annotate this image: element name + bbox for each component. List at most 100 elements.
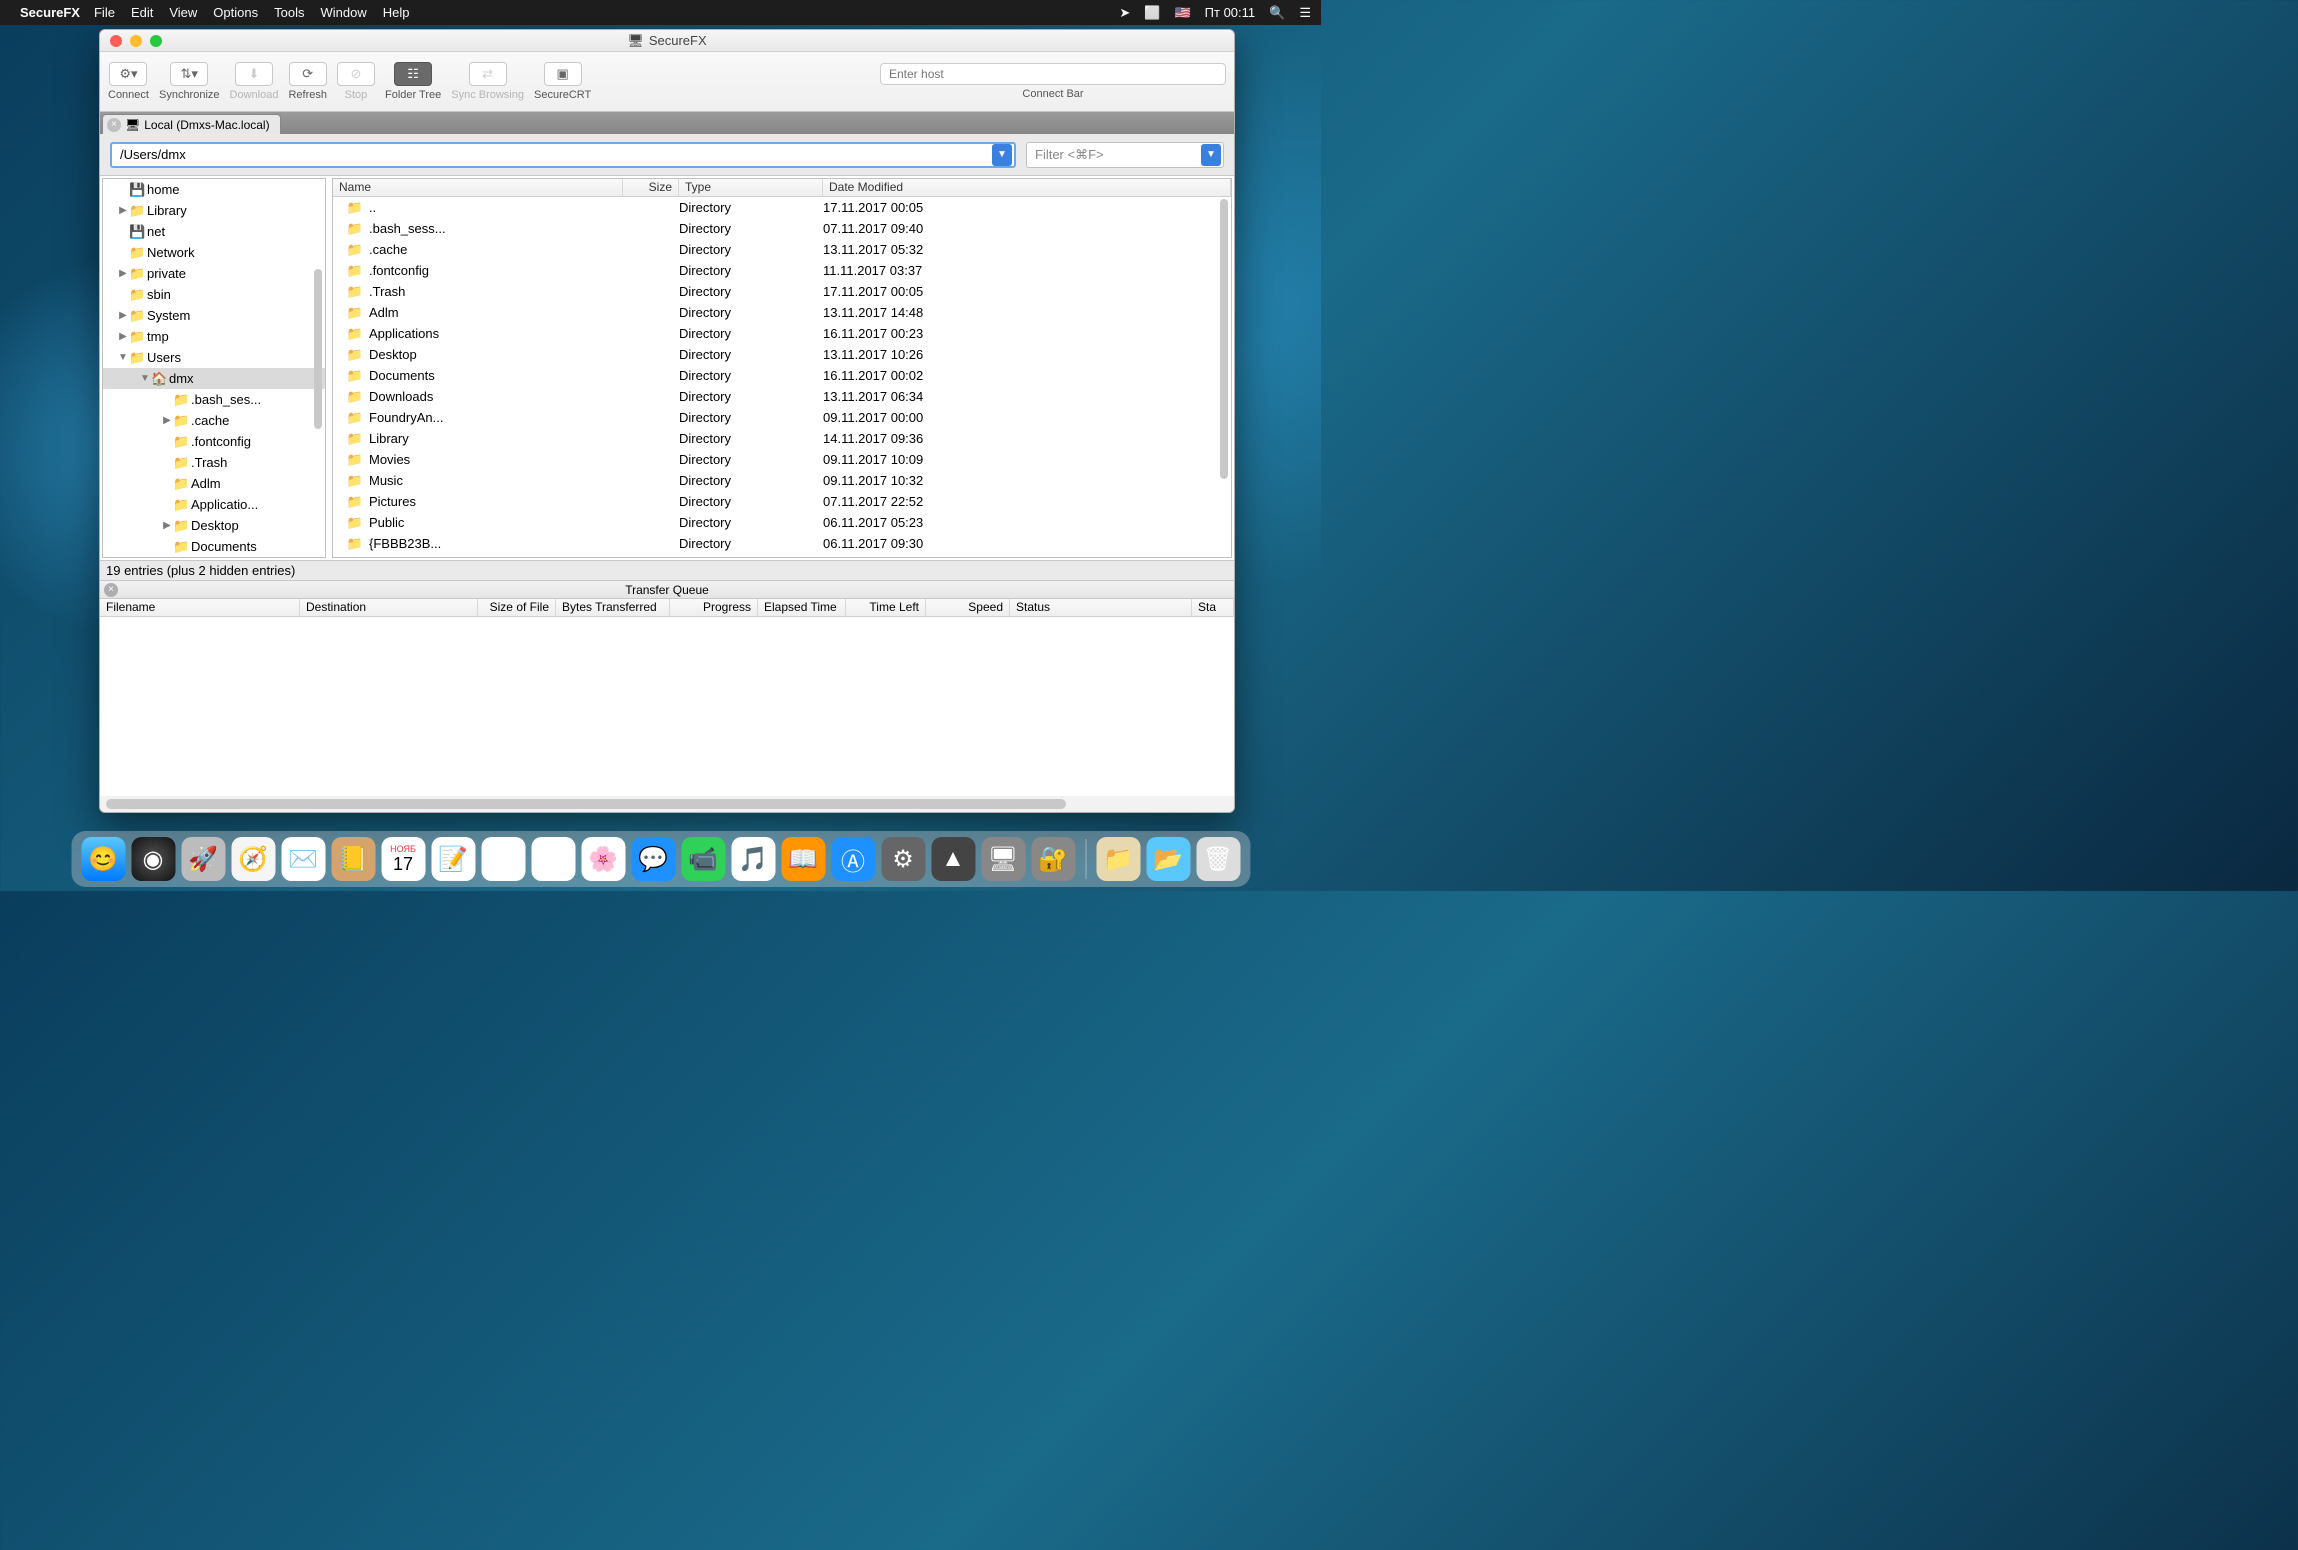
col-name[interactable]: Name	[333, 179, 623, 196]
window-titlebar[interactable]: 🖥SecureFX	[100, 30, 1234, 52]
folder-tree-button[interactable]: ☷Folder Tree	[385, 62, 441, 101]
dock-photos[interactable]: 🌸	[581, 837, 625, 881]
dock-finder[interactable]: 😊	[81, 837, 125, 881]
tree-item[interactable]: 📁Documents	[103, 536, 325, 557]
dock-trash[interactable]: 🗑	[1196, 837, 1240, 881]
dock-app1[interactable]: ▲	[931, 837, 975, 881]
file-row[interactable]: 📁..Directory17.11.2017 00:05	[333, 197, 1231, 218]
qcol-speed[interactable]: Speed	[926, 599, 1010, 616]
tab-close-icon[interactable]: ×	[107, 118, 121, 132]
dock-contacts[interactable]: 📒	[331, 837, 375, 881]
dock-preferences[interactable]: ⚙	[881, 837, 925, 881]
col-type[interactable]: Type	[679, 179, 823, 196]
file-row[interactable]: 📁{FBBB23B...Directory06.11.2017 09:30	[333, 533, 1231, 554]
refresh-button[interactable]: ⟳Refresh	[288, 62, 327, 101]
file-scrollbar[interactable]	[1220, 199, 1228, 479]
dock-notes[interactable]: 📝	[431, 837, 475, 881]
file-row[interactable]: 📁MoviesDirectory09.11.2017 10:09	[333, 449, 1231, 470]
file-row[interactable]: 📁LibraryDirectory14.11.2017 09:36	[333, 428, 1231, 449]
clock[interactable]: Пт 00:11	[1205, 5, 1255, 20]
file-row[interactable]: 📁DownloadsDirectory13.11.2017 06:34	[333, 386, 1231, 407]
qcol-size[interactable]: Size of File	[478, 599, 556, 616]
dock-downloads[interactable]: 📂	[1146, 837, 1190, 881]
securecrt-button[interactable]: ▣SecureCRT	[534, 62, 591, 101]
app-menu[interactable]: SecureFX	[20, 5, 80, 20]
dock-itunes[interactable]: 🎵	[731, 837, 775, 881]
dock-safari[interactable]: 🧭	[231, 837, 275, 881]
hscroll-thumb[interactable]	[106, 799, 1066, 809]
tree-item[interactable]: 💾net	[103, 221, 325, 242]
telegram-icon[interactable]: ➤	[1119, 5, 1130, 21]
dock-ibooks[interactable]: 📖	[781, 837, 825, 881]
dock-appstore[interactable]: Ⓐ	[831, 837, 875, 881]
connect-button[interactable]: ⚙▾Connect	[108, 62, 149, 101]
input-flag-icon[interactable]: 🇺🇸	[1174, 5, 1190, 21]
file-row[interactable]: 📁FoundryAn...Directory09.11.2017 00:00	[333, 407, 1231, 428]
menu-view[interactable]: View	[169, 5, 197, 20]
spotlight-icon[interactable]: 🔍	[1269, 5, 1285, 21]
filter-placeholder[interactable]: Filter <⌘F>	[1027, 147, 1199, 163]
tree-item[interactable]: 📁Adlm	[103, 473, 325, 494]
col-size[interactable]: Size	[623, 179, 679, 196]
menu-options[interactable]: Options	[213, 5, 258, 20]
tree-item[interactable]: 📁.bash_ses...	[103, 389, 325, 410]
tree-item[interactable]: 📁.fontconfig	[103, 431, 325, 452]
qcol-bytes[interactable]: Bytes Transferred	[556, 599, 670, 616]
tree-item[interactable]: 💾home	[103, 179, 325, 200]
synchronize-button[interactable]: ⇅▾Synchronize	[159, 62, 220, 101]
tree-item[interactable]: ▶📁Desktop	[103, 515, 325, 536]
qcol-filename[interactable]: Filename	[100, 599, 300, 616]
host-input[interactable]	[880, 63, 1226, 85]
file-row[interactable]: 📁.bash_sess...Directory07.11.2017 09:40	[333, 218, 1231, 239]
tree-item[interactable]: 📁.Trash	[103, 452, 325, 473]
tree-item[interactable]: ▼📁Users	[103, 347, 325, 368]
qcol-timeleft[interactable]: Time Left	[846, 599, 926, 616]
tree-item[interactable]: ▼🏠dmx	[103, 368, 325, 389]
file-row[interactable]: 📁.fontconfigDirectory11.11.2017 03:37	[333, 260, 1231, 281]
tree-item[interactable]: 📁Network	[103, 242, 325, 263]
dock-siri[interactable]: ◉	[131, 837, 175, 881]
airplay-icon[interactable]: ⬜	[1144, 5, 1160, 21]
path-dropdown-button[interactable]: ▼	[992, 144, 1012, 166]
tree-item[interactable]: 📁Applicatio...	[103, 494, 325, 515]
queue-close-icon[interactable]: ×	[104, 583, 118, 597]
qcol-destination[interactable]: Destination	[300, 599, 478, 616]
menu-edit[interactable]: Edit	[131, 5, 153, 20]
dock-launchpad[interactable]: 🚀	[181, 837, 225, 881]
qcol-progress[interactable]: Progress	[670, 599, 758, 616]
menu-help[interactable]: Help	[383, 5, 410, 20]
tree-item[interactable]: ▶📁Library	[103, 200, 325, 221]
dock-facetime[interactable]: 📹	[681, 837, 725, 881]
tab-local[interactable]: × 🖥 Local (Dmxs-Mac.local)	[102, 114, 281, 134]
menu-list-icon[interactable]: ☰	[1299, 5, 1311, 21]
col-date[interactable]: Date Modified	[823, 179, 1231, 196]
dock-reminders[interactable]: ☰	[481, 837, 525, 881]
filter-dropdown-button[interactable]: ▼	[1201, 144, 1221, 166]
tree-item[interactable]: ▶📁.cache	[103, 410, 325, 431]
dock-securecrt[interactable]: 🔐	[1031, 837, 1075, 881]
qcol-elapsed[interactable]: Elapsed Time	[758, 599, 846, 616]
file-row[interactable]: 📁.TrashDirectory17.11.2017 00:05	[333, 281, 1231, 302]
file-row[interactable]: 📁PublicDirectory06.11.2017 05:23	[333, 512, 1231, 533]
dock-messages[interactable]: 💬	[631, 837, 675, 881]
tree-item[interactable]: 📁sbin	[103, 284, 325, 305]
dock-securefx[interactable]: 🖥	[981, 837, 1025, 881]
tree-item[interactable]: ▶📁tmp	[103, 326, 325, 347]
close-button[interactable]	[110, 35, 122, 47]
minimize-button[interactable]	[130, 35, 142, 47]
dock-folder1[interactable]: 📁	[1096, 837, 1140, 881]
file-row[interactable]: 📁ApplicationsDirectory16.11.2017 00:23	[333, 323, 1231, 344]
menu-file[interactable]: File	[94, 5, 115, 20]
file-row[interactable]: 📁PicturesDirectory07.11.2017 22:52	[333, 491, 1231, 512]
qcol-status[interactable]: Status	[1010, 599, 1192, 616]
menu-tools[interactable]: Tools	[274, 5, 304, 20]
zoom-button[interactable]	[150, 35, 162, 47]
window-hscroll[interactable]	[100, 796, 1234, 812]
file-row[interactable]: 📁AdlmDirectory13.11.2017 14:48	[333, 302, 1231, 323]
qcol-sta[interactable]: Sta	[1192, 599, 1234, 616]
menu-window[interactable]: Window	[320, 5, 366, 20]
tree-item[interactable]: ▶📁System	[103, 305, 325, 326]
dock-maps[interactable]: 🗺	[531, 837, 575, 881]
file-row[interactable]: 📁DocumentsDirectory16.11.2017 00:02	[333, 365, 1231, 386]
path-input[interactable]	[112, 147, 990, 162]
